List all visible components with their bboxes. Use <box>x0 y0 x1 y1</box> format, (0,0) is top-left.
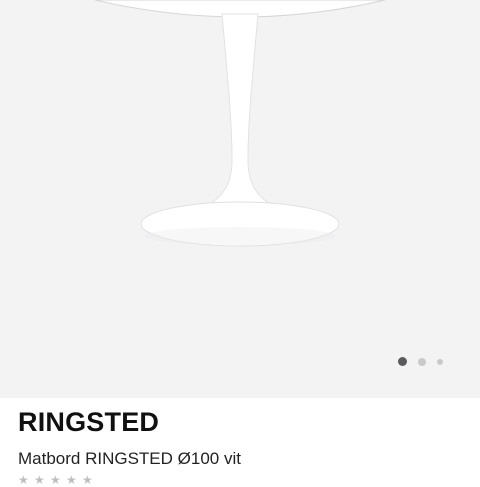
carousel-dots <box>398 357 443 366</box>
star-icon: ★ <box>66 473 77 487</box>
product-title: RINGSTED <box>18 407 160 437</box>
carousel-dot-3[interactable] <box>437 358 443 365</box>
product-image-gallery[interactable] <box>0 0 480 398</box>
rating-stars[interactable]: ★ ★ ★ ★ ★ <box>18 474 94 486</box>
star-icon: ★ <box>18 473 29 487</box>
carousel-dot-1[interactable] <box>398 357 407 366</box>
table-image <box>94 0 386 247</box>
star-icon: ★ <box>50 473 61 487</box>
product-subtitle: Matbord RINGSTED Ø100 vit <box>18 449 241 468</box>
carousel-dot-2[interactable] <box>418 357 426 366</box>
star-icon: ★ <box>82 473 93 487</box>
star-icon: ★ <box>34 473 45 487</box>
